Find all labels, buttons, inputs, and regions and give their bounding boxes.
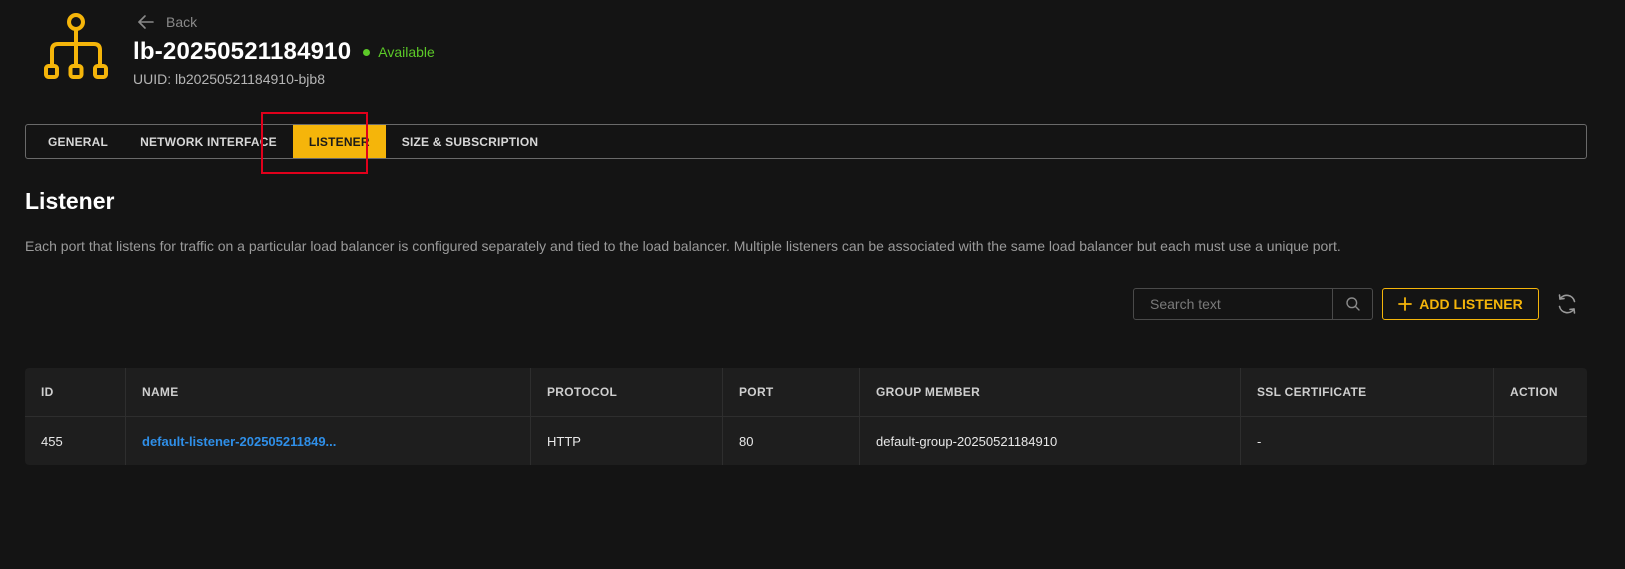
tab-listener[interactable]: LISTENER	[292, 125, 386, 158]
cell-group-member: default-group-20250521184910	[860, 417, 1241, 465]
back-label: Back	[166, 14, 198, 30]
search-input[interactable]	[1134, 289, 1332, 319]
listener-table: ID NAME PROTOCOL PORT GROUP MEMBER SSL C…	[25, 368, 1587, 465]
column-header-protocol[interactable]: PROTOCOL	[531, 368, 723, 416]
cell-action[interactable]	[1494, 417, 1587, 465]
cell-protocol: HTTP	[531, 417, 723, 465]
plus-icon	[1398, 297, 1413, 311]
tab-bar: GENERAL NETWORK INTERFACE LISTENER SIZE …	[25, 124, 1587, 159]
tab-network-interface[interactable]: NETWORK INTERFACE	[124, 125, 293, 158]
listener-name-link[interactable]: default-listener-202505211849...	[142, 434, 336, 449]
add-listener-button[interactable]: ADD LISTENER	[1382, 288, 1539, 320]
status-text: Available	[378, 44, 435, 60]
cell-id: 455	[25, 417, 126, 465]
arrow-left-icon	[138, 15, 154, 29]
tab-size-subscription[interactable]: SIZE & SUBSCRIPTION	[386, 125, 554, 158]
column-header-action: ACTION	[1510, 385, 1558, 399]
page-header: Back lb-20250521184910 Available UUID: l…	[0, 0, 1625, 110]
search-icon	[1345, 297, 1360, 311]
section-title: Listener	[25, 188, 115, 214]
page: Back lb-20250521184910 Available UUID: l…	[0, 0, 1625, 569]
table-header-row: ID NAME PROTOCOL PORT GROUP MEMBER SSL C…	[25, 368, 1587, 417]
refresh-icon	[1558, 294, 1576, 314]
title-row: lb-20250521184910 Available	[133, 38, 435, 66]
column-header-port[interactable]: PORT	[723, 368, 860, 416]
uuid-text: UUID: lb20250521184910-bjb8	[133, 71, 325, 87]
add-listener-label: ADD LISTENER	[1419, 296, 1523, 312]
load-balancer-icon	[44, 13, 108, 79]
refresh-button[interactable]	[1554, 291, 1580, 317]
column-header-ssl-certificate[interactable]: SSL CERTIFICATE	[1241, 368, 1494, 416]
section-description: Each port that listens for traffic on a …	[25, 238, 1341, 254]
status-dot-icon	[363, 48, 371, 56]
cell-port: 80	[723, 417, 860, 465]
column-header-group-member[interactable]: GROUP MEMBER	[860, 368, 1241, 416]
column-header-name[interactable]: NAME	[126, 368, 531, 416]
cell-name: default-listener-202505211849...	[126, 417, 531, 465]
cell-ssl-certificate: -	[1241, 417, 1494, 465]
search-box	[1133, 288, 1373, 320]
tab-general[interactable]: GENERAL	[32, 125, 124, 158]
table-row: 455 default-listener-202505211849... HTT…	[25, 417, 1587, 465]
status-badge: Available	[363, 44, 435, 60]
column-header-id[interactable]: ID	[25, 368, 126, 416]
page-title: lb-20250521184910	[133, 38, 352, 65]
back-link[interactable]: Back	[136, 12, 197, 32]
search-button[interactable]	[1332, 289, 1372, 319]
